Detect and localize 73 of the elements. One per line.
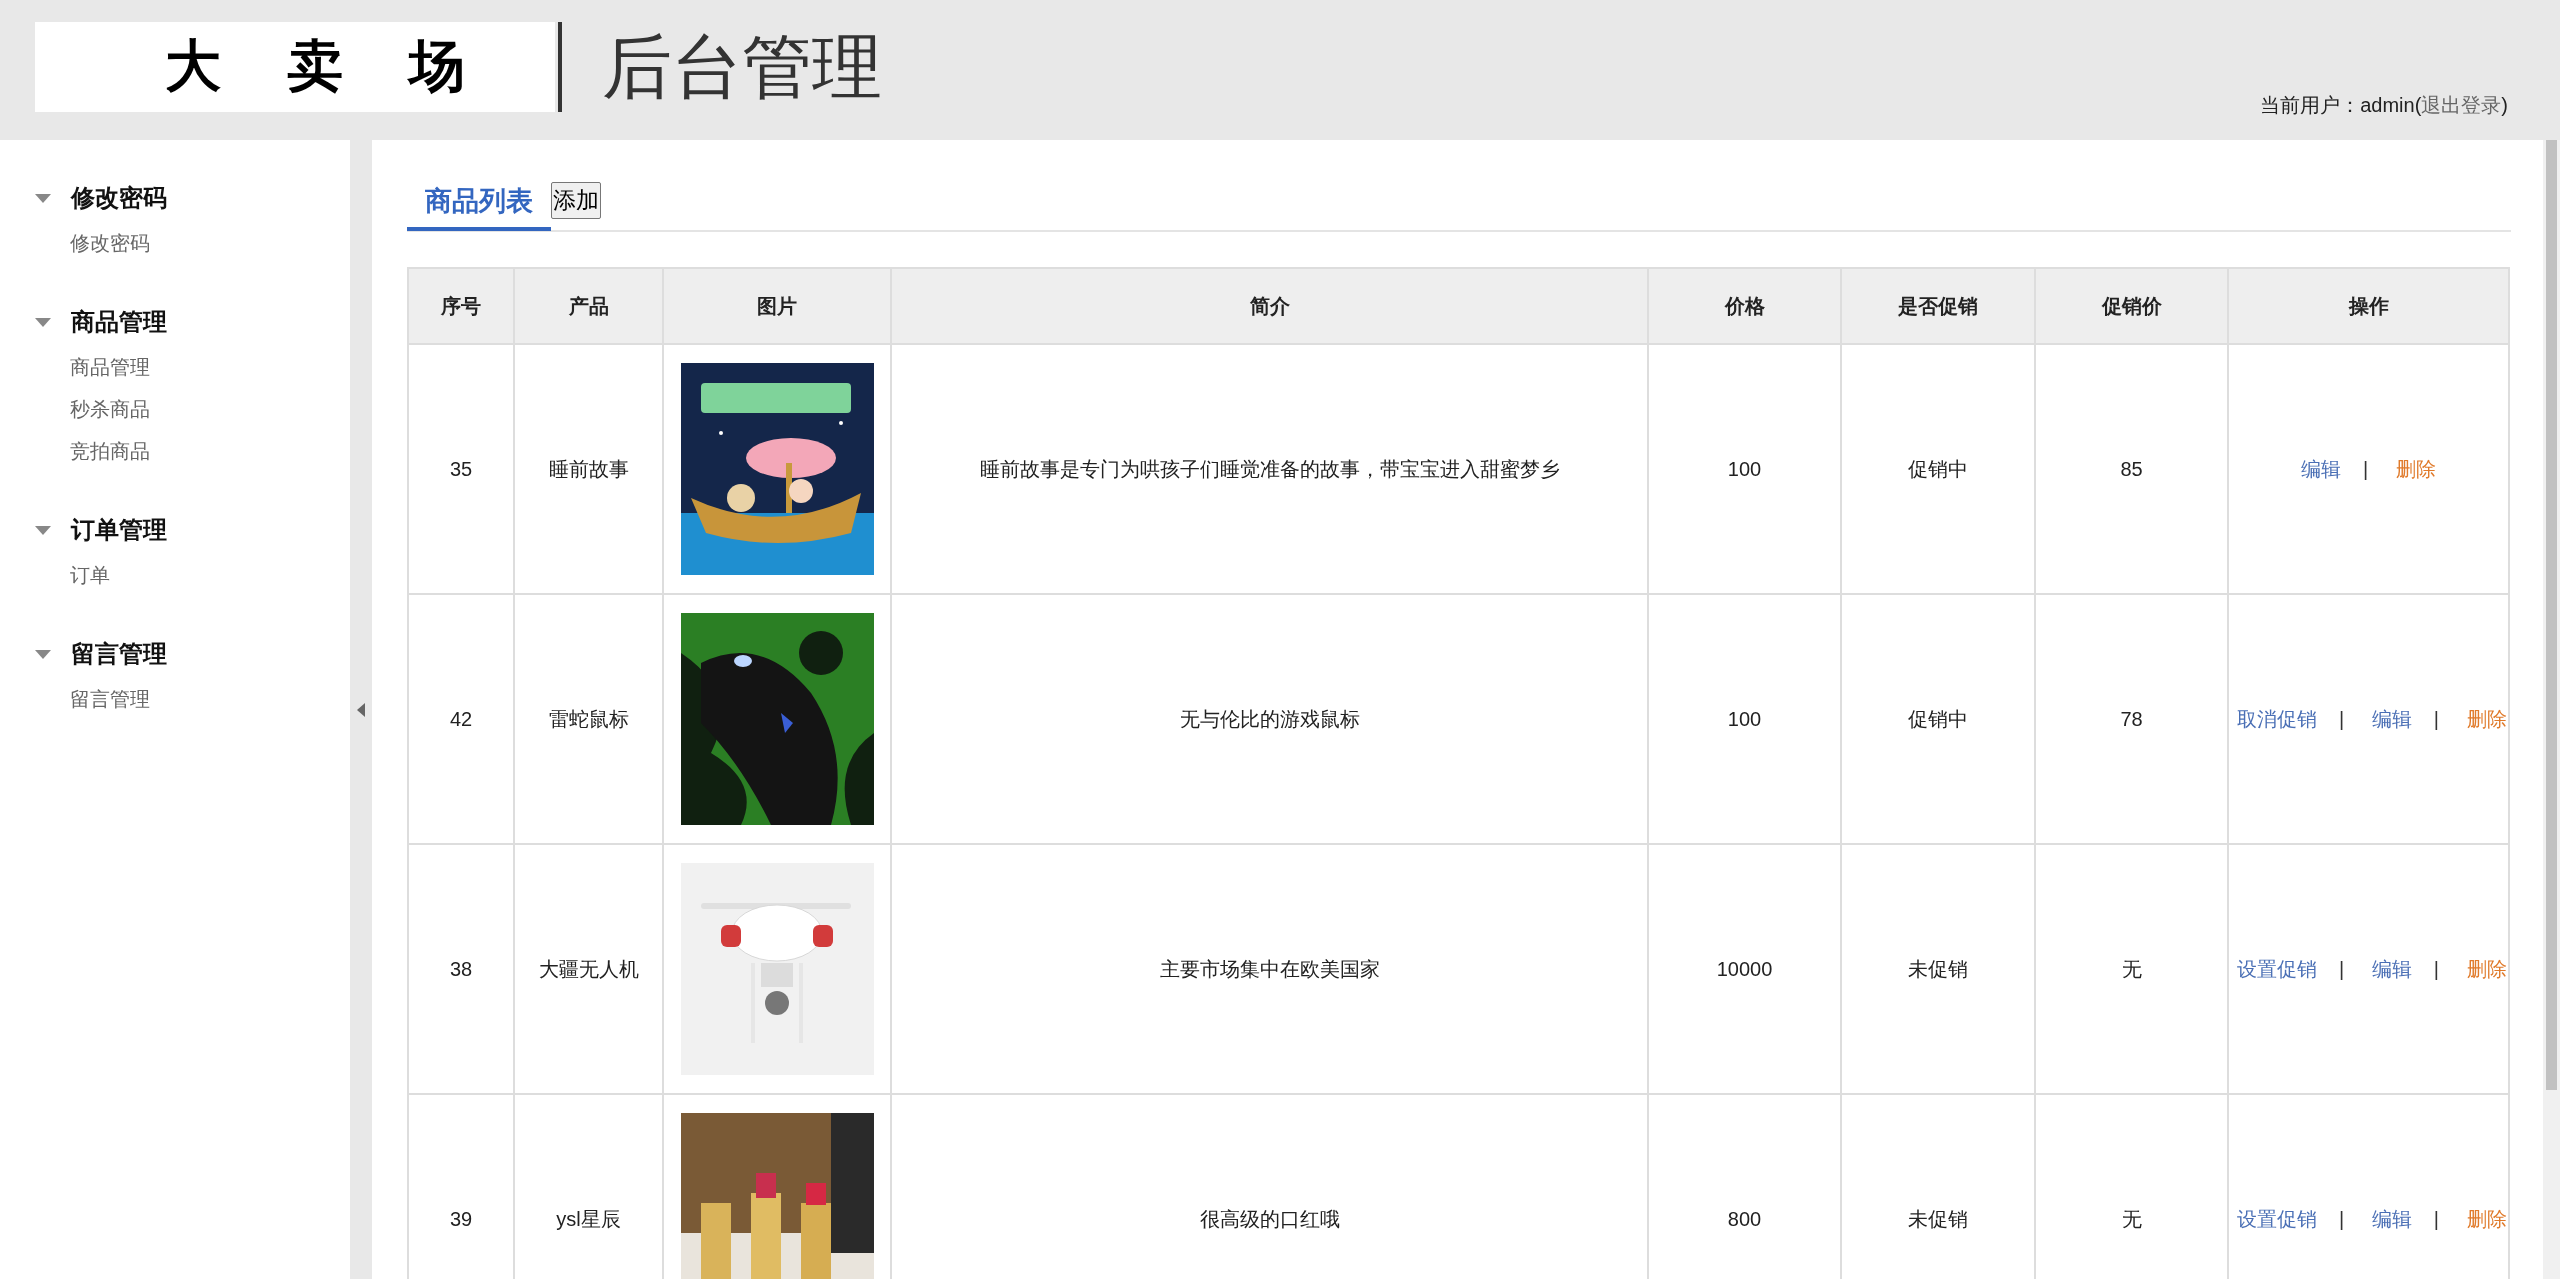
column-header: 简介 [891,268,1648,344]
delete-link[interactable]: 删除 [2466,957,2507,980]
separator-text: | [2433,707,2439,730]
sidebar-item[interactable]: 竞拍商品 [0,430,350,472]
table-cell: 睡前故事是专门为哄孩子们睡觉准备的故事，带宝宝进入甜蜜梦乡 [979,457,1560,480]
table-cell: 39 [449,1207,473,1230]
add-button[interactable]: 添加 [551,181,601,219]
separator-text: | [2339,1207,2345,1230]
sidebar-item[interactable]: 商品管理 [0,346,350,388]
collapse-icon[interactable] [357,702,365,717]
caret-icon[interactable] [35,525,51,535]
table-cell: 大疆无人机 [538,957,639,980]
paren-text: ) [2501,94,2508,116]
promotion-link[interactable]: 取消促销 [2237,707,2317,730]
table-cell: 睡前故事 [548,457,629,480]
table-cell: 85 [2120,457,2143,480]
separator-text: | [2433,957,2439,980]
menu-group-title[interactable]: 订单管理 [71,514,167,546]
column-header: 序号 [408,268,514,344]
column-header: 促销价 [2035,268,2228,344]
table-cell: 10000 [1716,957,1773,980]
caret-icon[interactable] [35,317,51,327]
menu-group-title[interactable]: 商品管理 [71,306,167,338]
logout-link[interactable]: 退出登录 [2421,94,2502,116]
table-cell: 35 [449,457,473,480]
table-cell: 无 [2121,1207,2142,1230]
table-cell: 促销中 [1908,457,1968,480]
column-header: 图片 [663,268,891,344]
separator-text: | [2339,957,2345,980]
paren-text: ( [2414,94,2422,116]
sidebar-item[interactable]: 修改密码 [0,222,350,264]
table-cell: 38 [449,957,473,980]
table-cell: 42 [449,707,473,730]
page-title: 后台管理 [602,27,882,108]
menu-group-title[interactable]: 留言管理 [71,638,167,670]
edit-link[interactable]: 编辑 [2371,957,2412,980]
menu-group-title[interactable]: 修改密码 [71,182,167,214]
sidebar-item[interactable]: 订单 [0,554,350,596]
column-header: 价格 [1648,268,1841,344]
table-cell: 78 [2120,707,2143,730]
delete-link[interactable]: 删除 [2466,707,2507,730]
column-header: 产品 [514,268,663,344]
table-cell: 未促销 [1908,1207,1968,1230]
table-cell: 无 [2121,957,2142,980]
caret-icon[interactable] [35,193,51,203]
column-header: 是否促销 [1841,268,2035,344]
table-cell: 100 [1727,707,1762,730]
promotion-link[interactable]: 设置促销 [2237,957,2317,980]
edit-link[interactable]: 编辑 [2371,1207,2412,1230]
scrollbar[interactable] [2543,140,2560,1279]
table-cell: 主要市场集中在欧美国家 [1159,957,1380,980]
table-cell: 未促销 [1908,957,1968,980]
caret-icon[interactable] [35,649,51,659]
table-cell: 很高级的口红哦 [1199,1207,1340,1230]
sidebar-item[interactable]: 秒杀商品 [0,388,350,430]
delete-link[interactable]: 删除 [2466,1207,2507,1230]
edit-link[interactable]: 编辑 [2371,707,2412,730]
logo-banner: 大 卖 场 [35,22,555,112]
separator-text: | [2363,457,2369,480]
separator-text: | [2433,1207,2439,1230]
delete-link[interactable]: 删除 [2395,457,2436,480]
edit-link[interactable]: 编辑 [2301,457,2342,480]
separator-text: | [2339,707,2345,730]
table-cell: 无与伦比的游戏鼠标 [1179,707,1360,730]
table-cell: 100 [1727,457,1762,480]
table-cell: 促销中 [1908,707,1968,730]
sidebar-item[interactable]: 留言管理 [0,678,350,720]
column-header: 操作 [2228,268,2509,344]
table-cell: 800 [1727,1207,1762,1230]
promotion-link[interactable]: 设置促销 [2237,1207,2317,1230]
table-cell: 雷蛇鼠标 [548,707,629,730]
user-label: 当前用户：admin [2260,94,2415,116]
table-cell: ysl星辰 [556,1207,621,1230]
